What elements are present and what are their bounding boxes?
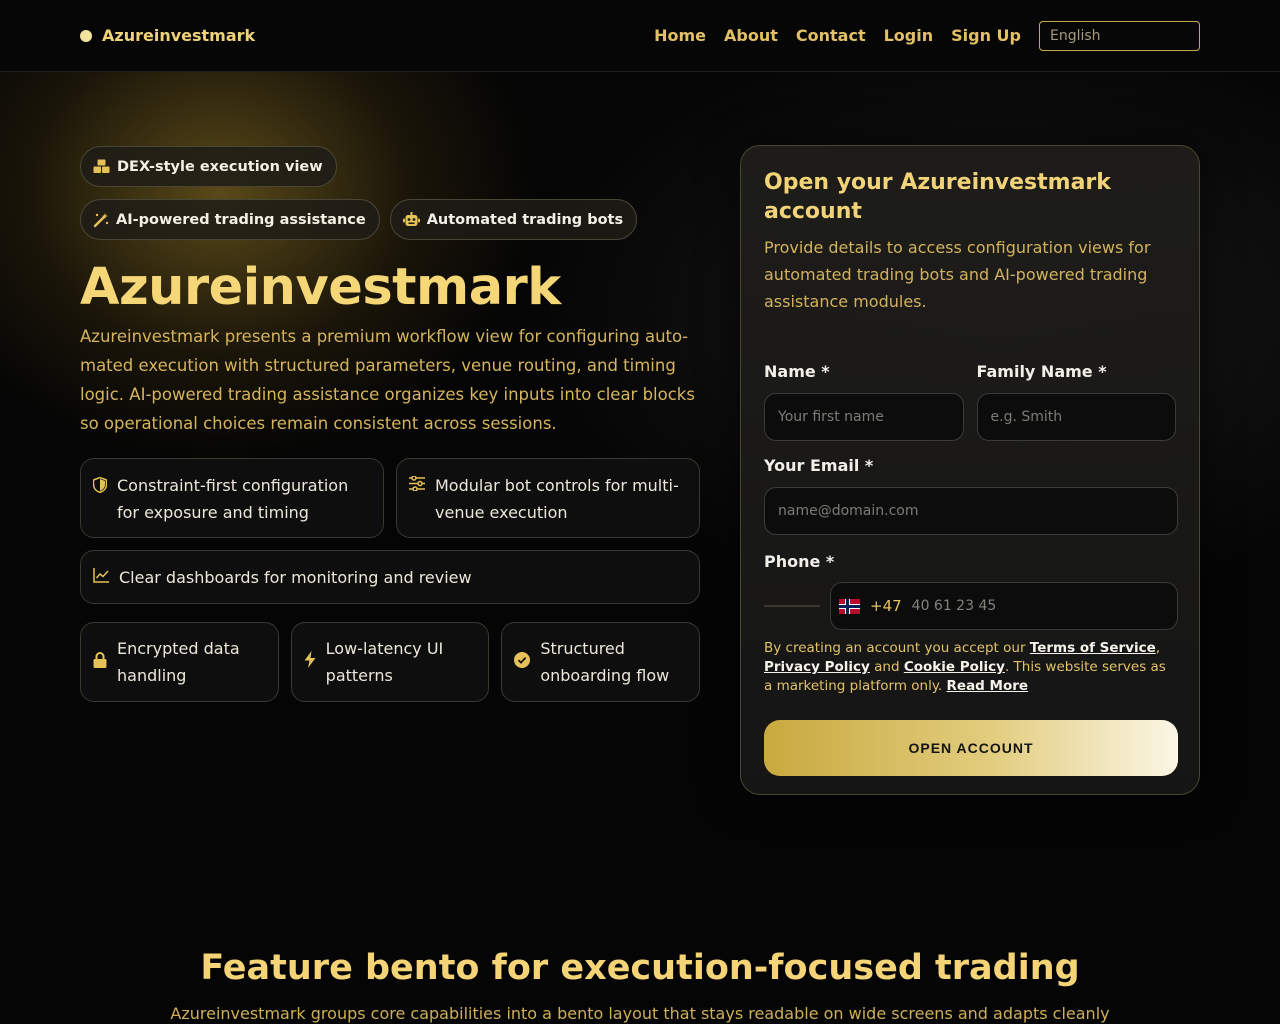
feature-card-dashboards: Clear dashboards for monitoring and revi…: [80, 550, 700, 604]
sliders-icon: [409, 472, 425, 524]
terms-of-service-link[interactable]: Terms of Service: [1030, 640, 1156, 656]
pill-label: AI-powered trading assistance: [116, 211, 366, 228]
terms-prefix: By creating an account you accept our: [764, 640, 1030, 656]
hero-section: DEX-style execution view AI-powered trad…: [80, 146, 701, 702]
hero-pills: DEX-style execution view AI-powered trad…: [80, 146, 640, 240]
bento-section-description: Azureinvestmark groups core capabilities…: [170, 1004, 1110, 1023]
form-title: Open your Azureinvestmark account: [764, 170, 1111, 224]
feature-text: Encrypted data handling: [117, 639, 240, 685]
terms-text: By creating an account you accept our Te…: [764, 639, 1176, 696]
privacy-policy-link[interactable]: Privacy Policy: [764, 659, 870, 675]
pill-dex-execution: DEX-style execution view: [80, 146, 337, 187]
brand-dot-icon: [80, 29, 92, 42]
feature-card-modular: Modular bot controls for multi-venue exe…: [396, 458, 700, 538]
top-navbar: Azureinvestmark Home About Contact Login…: [0, 0, 1280, 72]
phone-placeholder: 40 61 23 45: [911, 598, 997, 614]
main-nav: Home About Contact Login Sign Up English: [654, 20, 1200, 51]
family-name-field-group: Family Name * e.g. Smith: [976, 362, 1176, 441]
nav-about[interactable]: About: [724, 26, 778, 45]
feature-card-constraint: Constraint-first configuration for expos…: [80, 458, 384, 538]
first-name-input[interactable]: Your first name: [764, 393, 964, 441]
bento-section-title: Feature bento for execution-focused trad…: [200, 948, 1080, 988]
country-code-select[interactable]: [764, 605, 820, 607]
line-chart-icon: [93, 564, 109, 591]
feature-text: Low-latency UI patterns: [325, 639, 444, 685]
hero-description: Azureinvestmark presents a premium workf…: [80, 327, 695, 433]
terms-comma: ,: [1155, 640, 1161, 656]
feature-card-low-latency: Low-latency UI patterns: [290, 622, 490, 702]
form-subtitle: Provide details to access configuration …: [764, 238, 1151, 311]
brand-name: Azureinvestmark: [102, 26, 256, 45]
email-label: Your Email *: [764, 456, 874, 475]
nav-home[interactable]: Home: [654, 26, 706, 45]
feature-text: Clear dashboards for monitoring and revi…: [119, 567, 472, 587]
email-field-group: Your Email * name@domain.com: [764, 456, 1178, 535]
nav-login[interactable]: Login: [884, 26, 934, 45]
magic-wand-icon: [93, 212, 109, 227]
signup-form-card: Open your Azureinvestmark account Provid…: [740, 145, 1200, 795]
feature-text: Structured onboarding flow: [540, 639, 670, 685]
lightning-icon: [304, 649, 316, 676]
family-name-input[interactable]: e.g. Smith: [976, 393, 1176, 441]
family-name-placeholder: e.g. Smith: [990, 409, 1063, 425]
open-account-button[interactable]: OPEN ACCOUNT: [764, 720, 1178, 776]
phone-row: +47 40 61 23 45: [764, 582, 1178, 630]
read-more-link[interactable]: Read More: [947, 678, 1029, 694]
family-name-label: Family Name *: [976, 362, 1107, 381]
robot-icon: [402, 212, 420, 226]
feature-card-onboarding: Structured onboarding flow: [501, 622, 701, 702]
phone-field-group: Phone * +47 40 61 23 45: [764, 552, 1178, 630]
feature-row-1: Constraint-first configuration for expos…: [80, 458, 700, 538]
norway-flag-icon[interactable]: [839, 598, 860, 614]
first-name-label: Name *: [764, 362, 830, 381]
phone-label: Phone *: [764, 552, 835, 571]
name-fields-row: Name * Your first name Family Name * e.g…: [764, 362, 1176, 441]
pill-ai-assistance: AI-powered trading assistance: [80, 199, 380, 240]
cookie-policy-link[interactable]: Cookie Policy: [904, 659, 1005, 675]
language-select-value: English: [1050, 27, 1101, 44]
cubes-icon: [93, 159, 110, 173]
phone-input[interactable]: +47 40 61 23 45: [830, 582, 1178, 630]
email-input[interactable]: name@domain.com: [764, 487, 1178, 535]
nav-contact[interactable]: Contact: [796, 26, 866, 45]
first-name-placeholder: Your first name: [778, 409, 884, 425]
terms-and: and: [869, 659, 904, 675]
email-placeholder: name@domain.com: [778, 503, 919, 519]
shield-icon: [92, 472, 108, 524]
pill-trading-bots: Automated trading bots: [389, 199, 638, 240]
pill-label: Automated trading bots: [426, 211, 624, 228]
first-name-field-group: Name * Your first name: [764, 362, 964, 441]
brand[interactable]: Azureinvestmark: [80, 26, 255, 45]
dial-code: +47: [870, 597, 902, 615]
nav-sign-up[interactable]: Sign Up: [951, 26, 1021, 45]
lock-icon: [93, 649, 107, 676]
feature-row-3: Encrypted data handling Low-latency UI p…: [80, 622, 701, 702]
feature-text: Constraint-first configuration for expos…: [117, 476, 349, 522]
feature-text: Modular bot controls for multi-venue exe…: [435, 476, 679, 522]
language-select[interactable]: English: [1039, 20, 1200, 51]
check-circle-icon: [514, 649, 531, 676]
hero-title: Azureinvestmark: [80, 258, 561, 317]
pill-label: DEX-style execution view: [117, 158, 323, 175]
feature-card-encrypted: Encrypted data handling: [80, 622, 279, 702]
